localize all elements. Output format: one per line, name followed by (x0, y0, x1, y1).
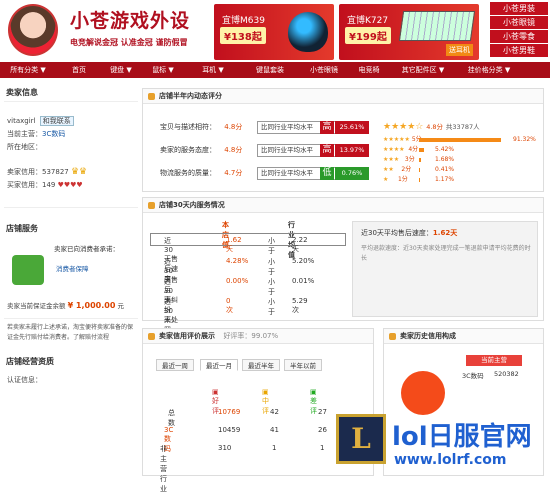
shop-avatar[interactable] (8, 4, 58, 56)
nav-item[interactable]: 挂价格分类 ▼ (462, 62, 516, 78)
ad-note: 送耳机 (446, 44, 473, 56)
nav-item[interactable]: 所有分类 ▼ (4, 62, 52, 78)
tab-month[interactable]: 最近一月 (200, 359, 238, 371)
side-link[interactable]: 小苍眼镜 (490, 16, 548, 29)
tab-week[interactable]: 最近一周 (156, 359, 194, 371)
rating-row: 卖家的服务态度： 4.8分 (160, 146, 243, 154)
nav-item[interactable]: 其它配件区 ▼ (396, 62, 450, 78)
shop-subtitle: 电竞解说金冠 认准金冠 谨防假冒 (70, 38, 188, 47)
watermark: L lol日服官网 www.lolrf.com (336, 414, 550, 478)
main-category-link[interactable]: 3C数码 (42, 130, 65, 138)
reviews-title: 卖家信用评价展示 好评率：99.07% (143, 329, 373, 344)
service-commit: 卖家已向消费者承诺： (54, 245, 119, 253)
nav-item[interactable]: 电竞椅 (352, 62, 386, 78)
mouse-image (288, 12, 328, 52)
service-note: 若卖家未履行上述承诺，淘宝便将卖家准备的保证金先行赔付给消费者。了解赔付流程 (4, 318, 138, 347)
seller-name-row: vitaxgirl 和我联系 (4, 115, 138, 128)
nav-item[interactable]: 小苍眼镜 (304, 62, 344, 78)
service-title: 店铺服务 (6, 224, 38, 233)
watermark-url: www.lolrf.com (394, 452, 507, 468)
shop-header: 小苍游戏外设 电竞解说金冠 认准金冠 谨防假冒 宜博M639 ¥138起 宜博K… (0, 0, 550, 62)
deposit-value: ¥ 1,000.00 (67, 301, 116, 310)
nav-item[interactable]: 耳机 ▼ (196, 62, 230, 78)
keyboard-image (398, 11, 476, 41)
dist-bar (419, 148, 424, 152)
dist-row: ★★★ 3分 1.68% (383, 156, 455, 163)
seller-credit-row: 卖家信用：537827 ♛♛ (7, 167, 88, 177)
dist-bar (419, 138, 502, 142)
nav-item[interactable]: 键鼠套装 (250, 62, 290, 78)
ad-name: 宜博M639 (222, 16, 265, 26)
dist-row: ★ 1分 1.17% (383, 176, 455, 183)
lol-logo: L (336, 414, 386, 464)
sidebar: 卖家信息 vitaxgirl 和我联系 当前主营：3C数码 所在地区： 卖家信用… (4, 84, 138, 387)
compare-box: 比同行业平均水平高 25.61% (257, 121, 369, 134)
dist-row: ★★★★ 4分 5.42% (383, 146, 455, 153)
speed-head: 近30天平均售后速度：1.62天 (361, 229, 458, 237)
ad-price: ¥138起 (220, 27, 266, 44)
history-cat: 3C数码 (462, 372, 484, 380)
tab-before[interactable]: 半年以前 (284, 359, 322, 371)
contact-button[interactable]: 和我联系 (39, 116, 74, 126)
buyer-credit-row: 买家信用：149 ♥♥♥♥ (7, 181, 83, 189)
speed-summary: 近30天平均售后速度：1.62天 平均退款速度：近30天卖家处理完成一笔退款申请… (352, 221, 538, 317)
protect-link[interactable]: 消费者保障 (56, 263, 89, 273)
nav-item[interactable]: 鼠标 ▼ (146, 62, 180, 78)
rating-row: 物流服务的质量： 4.7分 (160, 169, 243, 177)
speed-desc: 平均退款速度：近30天卖家处理完成一笔退款申请平均花费的时长 (361, 245, 531, 262)
dist-row: ★★ 2分 0.41% (383, 166, 455, 173)
history-pie (401, 371, 445, 415)
nav-item[interactable]: 首页 (62, 62, 96, 78)
deposit-row: 卖家当前保证金余额 ¥ 1,000.00 元 (7, 301, 124, 310)
seller-info-title: 卖家信息 (6, 88, 38, 97)
star-rating: ★★★★☆ 4.8分 共33787人 (383, 122, 480, 132)
location-row: 所在地区： (7, 143, 42, 151)
history-value: 520382 (494, 370, 519, 378)
thirty-day-title: 店铺30天内服务情况 (143, 198, 543, 213)
shop-nav: 所有分类 ▼ 首页 键盘 ▼ 鼠标 ▼ 耳机 ▼ 键鼠套装 小苍眼镜 电竞椅 其… (0, 62, 550, 78)
dist-bar (419, 168, 420, 172)
crown-icon: ♛♛ (70, 167, 88, 177)
compare-box: 比同行业平均水平高 13.97% (257, 144, 369, 157)
half-year-title: 店铺半年内动态评分 (143, 89, 543, 104)
watermark-title: lol日服官网 (392, 422, 532, 452)
ops-title: 店铺经营资质 (6, 357, 54, 366)
nav-item[interactable]: 键盘 ▼ (104, 62, 138, 78)
history-title: 卖家历史信用构成 (384, 329, 543, 344)
dist-bar (419, 158, 421, 162)
seller-credit-value: 537827 (42, 168, 69, 176)
tab-half-year[interactable]: 最近半年 (242, 359, 280, 371)
compare-box: 比同行业平均水平低 0.76% (257, 167, 369, 180)
dist-row: ★★★★★ 5分 91.32% (383, 136, 536, 143)
dist-bar (419, 178, 421, 182)
cert-label: 认证信息： (7, 376, 42, 384)
ad-banner-m639[interactable]: 宜博M639 ¥138起 (214, 4, 334, 60)
ad-price: ¥199起 (345, 27, 391, 44)
side-link[interactable]: 小苍零食 (490, 30, 548, 43)
heart-icon: ♥♥♥♥ (57, 181, 83, 189)
history-main-label: 当前主营 (466, 355, 522, 366)
side-link[interactable]: 小苍男装 (490, 2, 548, 15)
shopping-bag-icon (12, 255, 44, 285)
buyer-credit-value: 149 (42, 181, 56, 189)
side-link[interactable]: 小苍男鞋 (490, 44, 548, 57)
side-links: 小苍男装 小苍眼镜 小苍零食 小苍男鞋 (490, 2, 548, 58)
ad-banner-k727[interactable]: 宜博K727 ¥199起 送耳机 (339, 4, 479, 60)
shop-title: 小苍游戏外设 (70, 10, 191, 32)
ad-name: 宜博K727 (347, 16, 389, 26)
rating-row: 宝贝与描述相符： 4.8分 (160, 123, 243, 131)
main-category-row: 当前主营：3C数码 (7, 130, 66, 138)
seller-name[interactable]: vitaxgirl (7, 117, 35, 125)
